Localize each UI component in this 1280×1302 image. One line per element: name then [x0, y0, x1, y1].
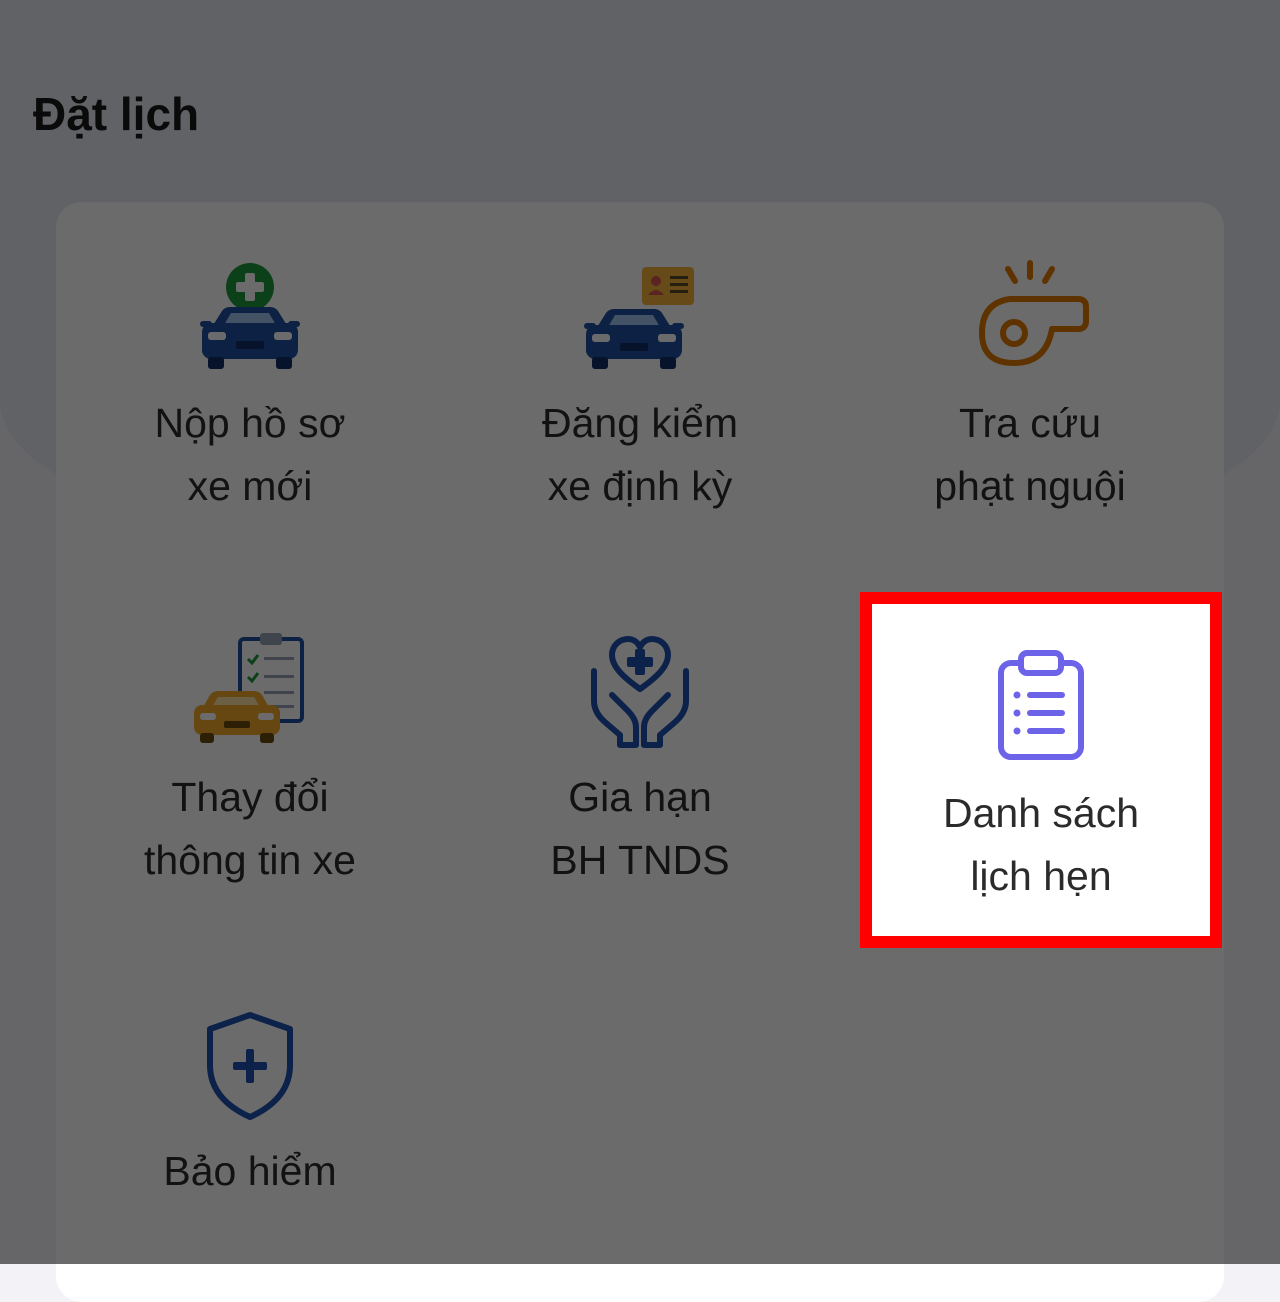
service-label-line1: Bảo hiểm	[163, 1148, 337, 1194]
service-label-line1: Tra cứu	[958, 400, 1102, 446]
service-tile-appointment-list[interactable]: Danh sách lịch hẹn	[860, 592, 1222, 948]
service-label-line2: BH TNDS	[550, 837, 730, 883]
heart-hands-icon	[580, 631, 700, 751]
page-title: Đặt lịch	[33, 88, 200, 140]
shield-plus-icon	[190, 1005, 310, 1125]
service-label-line2: phạt nguội	[934, 463, 1126, 509]
car-clipboard-icon	[190, 631, 310, 751]
service-tile-periodic-inspection[interactable]: Đăng kiểm xe định kỳ	[460, 202, 820, 552]
service-tile-tnds-insurance-renewal[interactable]: Gia hạn BH TNDS	[460, 576, 820, 926]
service-label-line1: Danh sách	[942, 790, 1139, 836]
car-plus-icon	[190, 257, 310, 377]
service-tile-new-vehicle-registration[interactable]: Nộp hồ sơ xe mới	[70, 202, 430, 552]
highlight-box: Danh sách lịch hẹn	[860, 592, 1222, 948]
whistle-icon	[970, 257, 1090, 377]
service-label-line2: xe mới	[187, 463, 313, 509]
service-label-line1: Thay đổi	[171, 774, 329, 820]
service-label-line1: Đăng kiểm	[542, 400, 738, 446]
car-id-card-icon	[580, 257, 700, 377]
service-label-line1: Nộp hồ sơ	[154, 400, 346, 446]
service-tile-change-vehicle-info[interactable]: Thay đổi thông tin xe	[70, 576, 430, 926]
service-tile-insurance[interactable]: Bảo hiểm	[70, 950, 430, 1300]
service-label-line2: thông tin xe	[144, 837, 356, 883]
clipboard-list-icon	[981, 647, 1101, 767]
service-label-line2: xe định kỳ	[547, 463, 733, 509]
service-tile-traffic-fine-lookup[interactable]: Tra cứu phạt nguội	[850, 202, 1210, 552]
service-label-line1: Gia hạn	[568, 774, 712, 820]
service-label-line2: lịch hẹn	[970, 853, 1112, 899]
